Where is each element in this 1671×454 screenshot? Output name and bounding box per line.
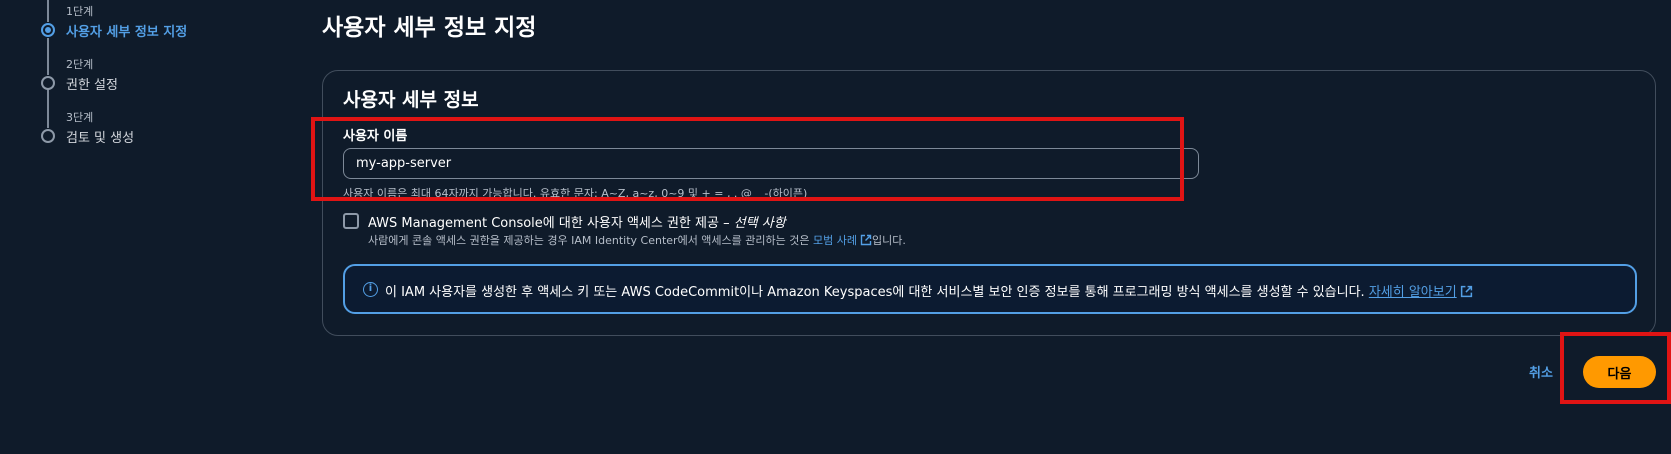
console-desc-prefix: 사람에게 콘솔 액세스 권한을 제공하는 경우 IAM Identity Cen… xyxy=(368,234,813,247)
page-title: 사용자 세부 정보 지정 xyxy=(322,15,537,41)
info-icon: i xyxy=(363,282,378,297)
step-3-label[interactable]: 검토 및 생성 xyxy=(66,127,134,146)
optional-tag: 선택 사항 xyxy=(733,216,786,231)
step-3-number: 3단계 xyxy=(66,111,94,124)
best-practice-link[interactable]: 모범 사례 xyxy=(813,234,872,247)
step-2-label[interactable]: 권한 설정 xyxy=(66,74,118,93)
username-highlight-box xyxy=(311,117,1184,201)
console-desc-suffix: 입니다. xyxy=(871,234,906,247)
console-access-description: 사람에게 콘솔 액세스 권한을 제공하는 경우 IAM Identity Cen… xyxy=(368,232,906,248)
console-access-checkbox[interactable] xyxy=(343,213,359,229)
learn-more-link-text: 자세히 알아보기 xyxy=(1368,285,1457,300)
info-alert-text: 이 IAM 사용자를 생성한 후 액세스 키 또는 AWS CodeCommit… xyxy=(385,281,1473,300)
wizard-stepper: 1단계 사용자 세부 정보 지정 2단계 권한 설정 3단계 검토 및 생성 xyxy=(0,0,300,454)
step-2-number: 2단계 xyxy=(66,58,94,71)
info-alert: i 이 IAM 사용자를 생성한 후 액세스 키 또는 AWS CodeComm… xyxy=(343,264,1637,314)
next-button-highlight-box xyxy=(1560,332,1671,404)
stepper-line xyxy=(47,0,49,22)
external-link-icon xyxy=(1460,285,1472,298)
info-message: 이 IAM 사용자를 생성한 후 액세스 키 또는 AWS CodeCommit… xyxy=(385,285,1369,300)
console-access-label-text: AWS Management Console에 대한 사용자 액세스 권한 제공… xyxy=(368,216,734,231)
best-practice-link-text: 모범 사례 xyxy=(813,234,857,247)
user-details-panel: 사용자 세부 정보 사용자 이름 사용자 이름은 최대 64자까지 가능합니다.… xyxy=(322,70,1656,336)
step-2-indicator-icon xyxy=(41,76,55,90)
step-1-indicator-icon xyxy=(41,23,55,37)
stepper-line xyxy=(47,89,49,128)
cancel-button[interactable]: 취소 xyxy=(1529,362,1553,381)
panel-title: 사용자 세부 정보 xyxy=(343,89,479,111)
external-link-icon xyxy=(860,234,872,246)
stepper-line xyxy=(47,38,49,75)
learn-more-link[interactable]: 자세히 알아보기 xyxy=(1369,285,1457,300)
step-1-number: 1단계 xyxy=(66,5,94,18)
step-1-label[interactable]: 사용자 세부 정보 지정 xyxy=(66,21,187,40)
step-3-indicator-icon xyxy=(41,129,55,143)
console-access-label[interactable]: AWS Management Console에 대한 사용자 액세스 권한 제공… xyxy=(368,212,786,231)
